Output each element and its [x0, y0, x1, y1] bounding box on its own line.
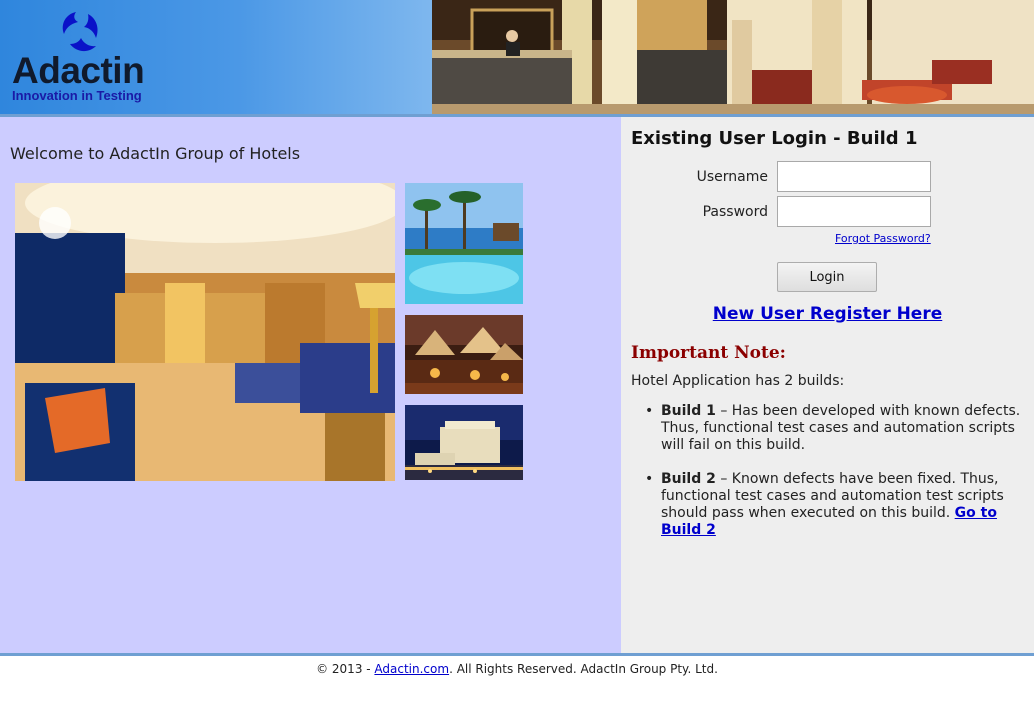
logo-tagline: Innovation in Testing	[12, 88, 142, 103]
build-list: • Build 1 – Has been developed with know…	[645, 403, 1029, 556]
hotel-suite-image	[15, 183, 395, 481]
build-name: Build 1	[661, 403, 716, 419]
resort-pool-image	[405, 183, 523, 304]
note-intro: Hotel Application has 2 builds:	[631, 373, 845, 389]
adactin-link[interactable]: Adactin.com	[374, 662, 449, 676]
restaurant-tents-image	[405, 315, 523, 394]
login-panel: Existing User Login - Build 1 Username P…	[621, 117, 1034, 653]
list-item: • Build 1 – Has been developed with know…	[645, 403, 1029, 454]
username-label: Username	[696, 169, 768, 185]
logo-wordmark: Adactin	[12, 50, 145, 91]
site-footer: © 2013 - Adactin.com. All Rights Reserve…	[0, 653, 1034, 708]
bullet-icon: •	[645, 471, 654, 487]
register-link[interactable]: New User Register Here	[621, 304, 1034, 324]
username-input[interactable]	[777, 161, 931, 192]
left-panel: Welcome to AdactIn Group of Hotels	[0, 117, 621, 653]
login-button[interactable]: Login	[777, 262, 877, 292]
logo[interactable]: Adactin Innovation in Testing	[0, 0, 432, 114]
password-label: Password	[702, 204, 768, 220]
password-input[interactable]	[777, 196, 931, 227]
copyright-prefix: © 2013 -	[316, 662, 375, 676]
site-header: Adactin Innovation in Testing	[0, 0, 1034, 117]
important-note-heading: Important Note:	[631, 343, 786, 363]
bullet-icon: •	[645, 403, 654, 419]
login-title: Existing User Login - Build 1	[631, 128, 918, 149]
hotel-lobby-banner	[432, 0, 1034, 114]
hotel-night-image	[405, 405, 523, 480]
build-name: Build 2	[661, 471, 716, 487]
list-item: • Build 2 – Known defects have been fixe…	[645, 471, 1029, 539]
copyright-suffix: . All Rights Reserved. AdactIn Group Pty…	[449, 662, 718, 676]
forgot-password-link[interactable]: Forgot Password?	[835, 232, 931, 245]
copyright-text: © 2013 - Adactin.com. All Rights Reserve…	[0, 662, 1034, 676]
welcome-heading: Welcome to AdactIn Group of Hotels	[10, 144, 301, 163]
